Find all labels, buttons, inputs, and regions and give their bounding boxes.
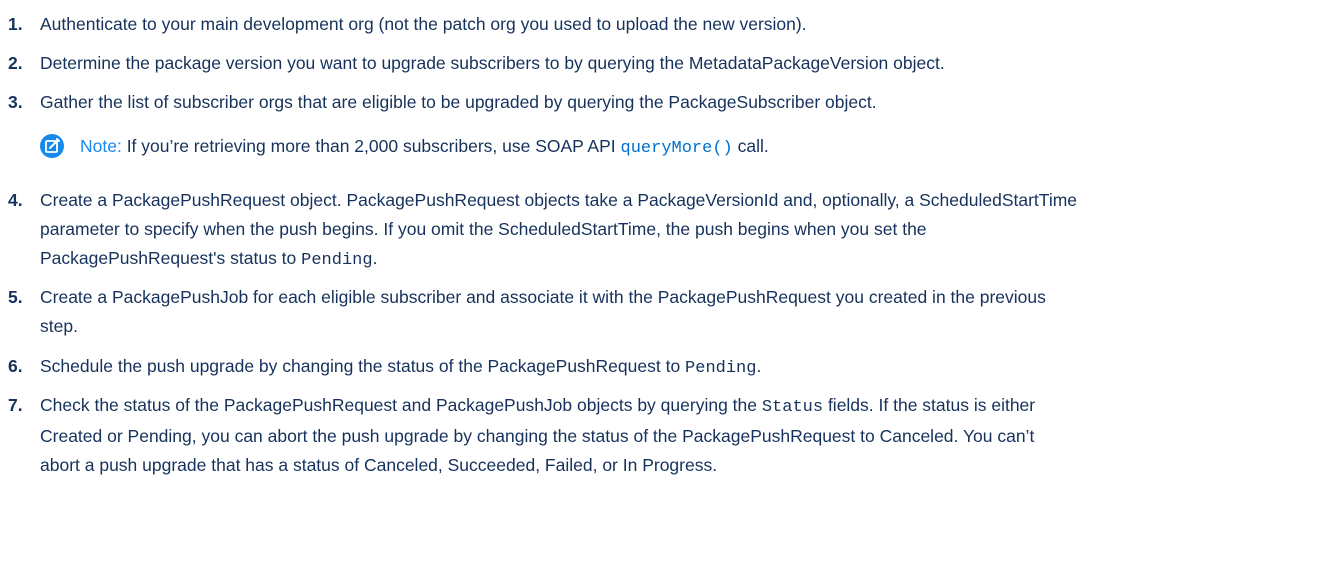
step-6: 6. Schedule the push upgrade by changing…: [0, 352, 1300, 383]
step-text-line-1: Create a PackagePushRequest object. Pack…: [40, 190, 1078, 210]
step-3: 3. Gather the list of subscriber orgs th…: [0, 88, 1300, 117]
step-text-line-3: PackagePushRequest's status to Pending.: [40, 244, 1300, 275]
step-text-end: .: [372, 248, 378, 268]
step-7: 7. Check the status of the PackagePushRe…: [0, 391, 1300, 480]
querymore-link[interactable]: queryMore(): [621, 139, 733, 158]
step-text: Determine the package version you want t…: [40, 53, 945, 73]
pending-code: Pending: [685, 359, 757, 378]
step-text-line-1: Check the status of the PackagePushReque…: [40, 391, 1300, 422]
step-text: Authenticate to your main development or…: [40, 14, 807, 34]
document: 1. Authenticate to your main development…: [0, 0, 1318, 569]
step-number: 3.: [8, 92, 23, 112]
note-label: Note:: [80, 136, 122, 156]
step-number: 7.: [8, 395, 23, 415]
step-5: 5. Create a PackagePushJob for each elig…: [0, 283, 1300, 341]
step-number: 5.: [8, 287, 23, 307]
edit-note-icon: [40, 134, 64, 158]
step-text-end: .: [756, 356, 762, 376]
step-text: Gather the list of subscriber orgs that …: [40, 92, 877, 112]
note-callout: Note: If you’re retrieving more than 2,0…: [40, 132, 1240, 163]
step-text: PackagePushRequest's status to: [40, 248, 302, 268]
note-text-end: call.: [732, 136, 769, 156]
step-text: Schedule the push upgrade by changing th…: [40, 352, 1300, 383]
step-text-start: Schedule the push upgrade by changing th…: [40, 356, 686, 376]
step-number: 6.: [8, 356, 23, 376]
step-text-end: fields. If the status is either: [823, 395, 1036, 415]
step-text-line-2: parameter to specify when the push begin…: [40, 219, 927, 239]
step-1: 1. Authenticate to your main development…: [0, 10, 1300, 39]
pending-code: Pending: [301, 251, 373, 270]
step-text-line-2: Created or Pending, you can abort the pu…: [40, 426, 1035, 446]
step-text-line-3: abort a push upgrade that has a status o…: [40, 455, 718, 475]
note-text: If you’re retrieving more than 2,000 sub…: [121, 136, 621, 156]
step-2: 2. Determine the package version you wan…: [0, 49, 1300, 78]
step-text-line-1: Create a PackagePushJob for each eligibl…: [40, 287, 1046, 307]
step-text-line-2: step.: [40, 316, 78, 336]
step-number: 1.: [8, 14, 23, 34]
step-text-start: Check the status of the PackagePushReque…: [40, 395, 762, 415]
status-code: Status: [761, 398, 824, 417]
step-number: 2.: [8, 53, 23, 73]
step-number: 4.: [8, 190, 23, 210]
step-4: 4. Create a PackagePushRequest object. P…: [0, 186, 1300, 275]
